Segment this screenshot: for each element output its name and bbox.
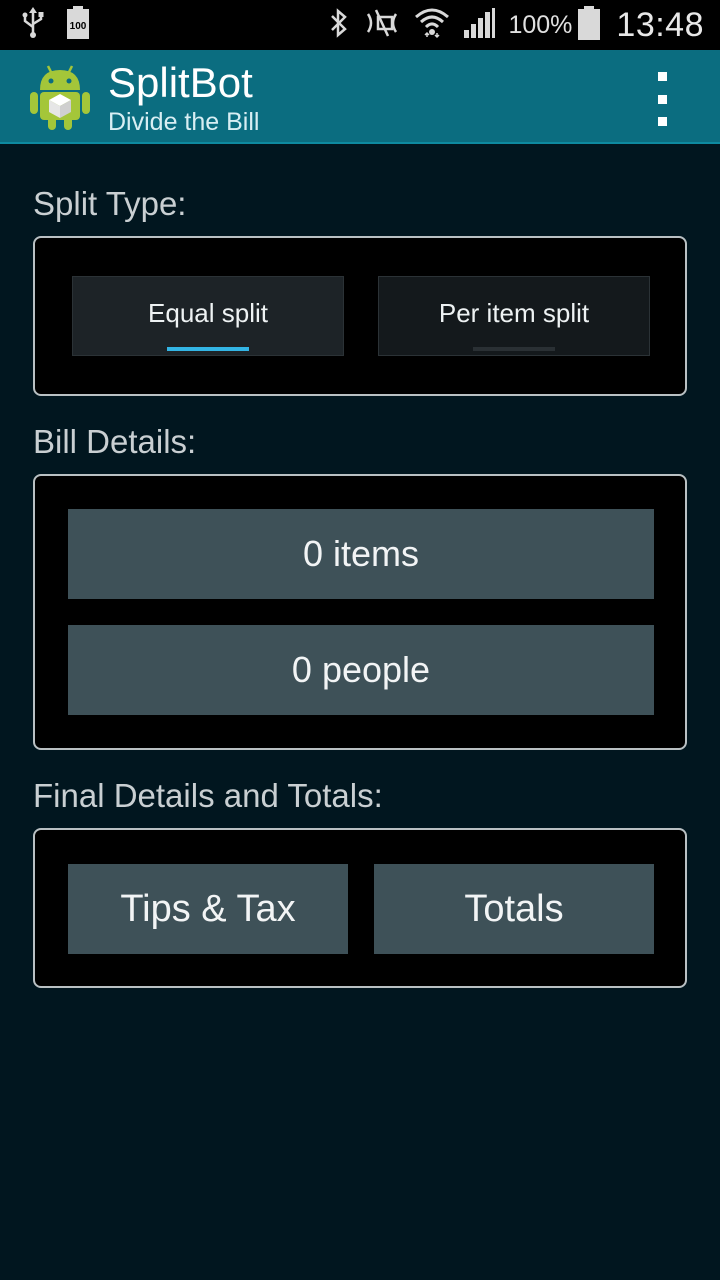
split-type-panel: Equal split Per item split [33,236,687,396]
tab-equal-split-label: Equal split [148,297,268,328]
battery-100-notification-icon: 100 [66,5,90,45]
app-title: SplitBot [108,59,253,106]
battery-badge: 100 [70,21,87,32]
totals-button[interactable]: Totals [374,864,654,954]
usb-icon [22,6,44,44]
status-bar: 100 100% 13:48 [0,0,720,50]
battery-percent: 100% [508,10,573,39]
wifi-icon [414,7,450,44]
items-button[interactable]: 0 items [68,509,654,599]
title-block: SplitBot Divide the Bill [108,58,259,136]
overflow-dot [657,72,667,81]
split-type-label: Split Type: [33,185,187,222]
nfc-off-icon [362,8,402,43]
final-details-label: Final Details and Totals: [33,777,383,814]
app-subtitle: Divide the Bill [108,108,260,136]
clock: 13:48 [616,5,704,44]
bluetooth-icon [328,7,350,44]
tips-tax-button[interactable]: Tips & Tax [68,864,348,954]
tab-unselected-indicator [473,347,555,351]
signal-icon [462,7,496,43]
tab-selected-indicator [167,347,249,351]
overflow-menu-icon[interactable] [644,72,680,126]
android-robot-icon[interactable] [30,64,90,130]
people-button[interactable]: 0 people [68,625,654,715]
bill-details-label: Bill Details: [33,423,197,460]
final-details-panel: Tips & Tax Totals [33,828,687,988]
status-left: 100 [22,5,112,45]
overflow-dot [657,117,667,126]
tab-equal-split[interactable]: Equal split [72,276,344,356]
status-right: 100% 13:48 [316,5,704,45]
battery-icon [578,5,601,45]
action-bar: SplitBot Divide the Bill [0,50,720,144]
tab-per-item-split-label: Per item split [438,297,590,328]
bill-details-panel: 0 items 0 people [33,474,687,750]
screen: 100 100% 13:48 SplitBot Divide the Bill … [0,0,720,1280]
tab-per-item-split[interactable]: Per item split [378,276,650,356]
overflow-dot [657,94,667,104]
